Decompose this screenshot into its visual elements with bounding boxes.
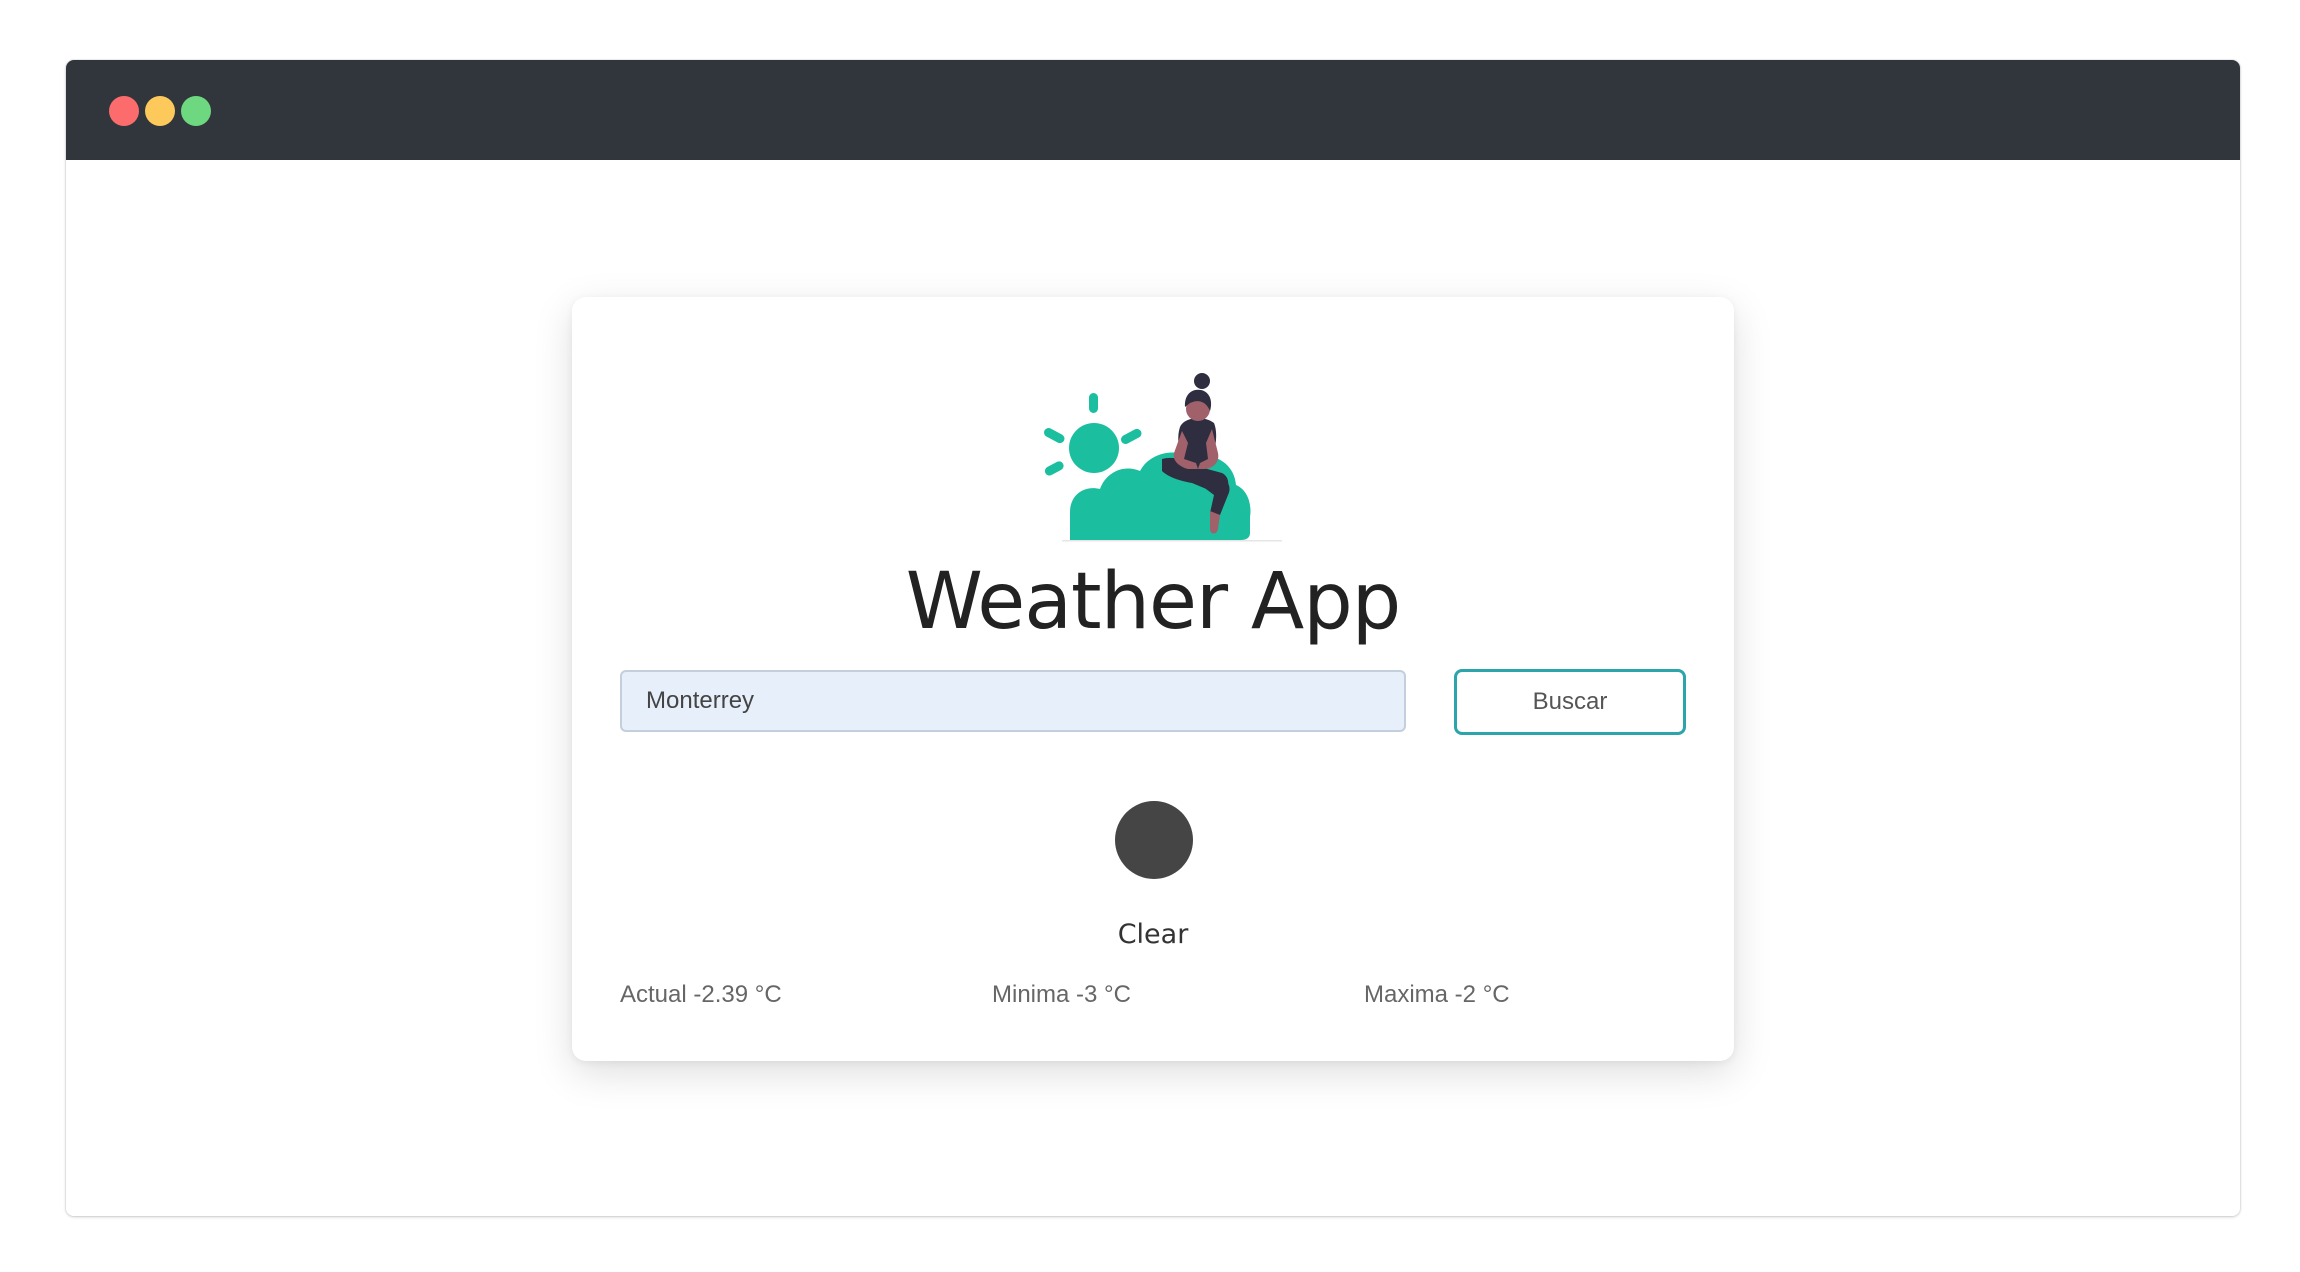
page-content: Weather App Buscar Clear Actual -2.39 °C…	[66, 160, 2240, 1216]
weather-condition-text: Clear	[1117, 919, 1189, 950]
maximize-window-button[interactable]	[181, 96, 211, 126]
app-title: Weather App	[905, 557, 1402, 647]
weather-card: Weather App Buscar Clear Actual -2.39 °C…	[572, 297, 1734, 1061]
browser-window: Weather App Buscar Clear Actual -2.39 °C…	[66, 60, 2240, 1216]
close-window-button[interactable]	[109, 96, 139, 126]
city-search-input[interactable]	[620, 670, 1406, 732]
actual-temperature: Actual -2.39 °C	[620, 981, 782, 1008]
weather-condition-icon	[1115, 801, 1193, 879]
minimize-window-button[interactable]	[145, 96, 175, 126]
maximum-temperature: Maxima -2 °C	[1364, 981, 1510, 1008]
search-button[interactable]: Buscar	[1454, 669, 1686, 735]
minimum-temperature: Minima -3 °C	[992, 981, 1131, 1008]
window-titlebar	[66, 60, 2240, 160]
temperature-row: Actual -2.39 °C Minima -3 °C Maxima -2 °…	[620, 977, 1686, 1013]
weather-illustration-icon	[1043, 373, 1282, 542]
